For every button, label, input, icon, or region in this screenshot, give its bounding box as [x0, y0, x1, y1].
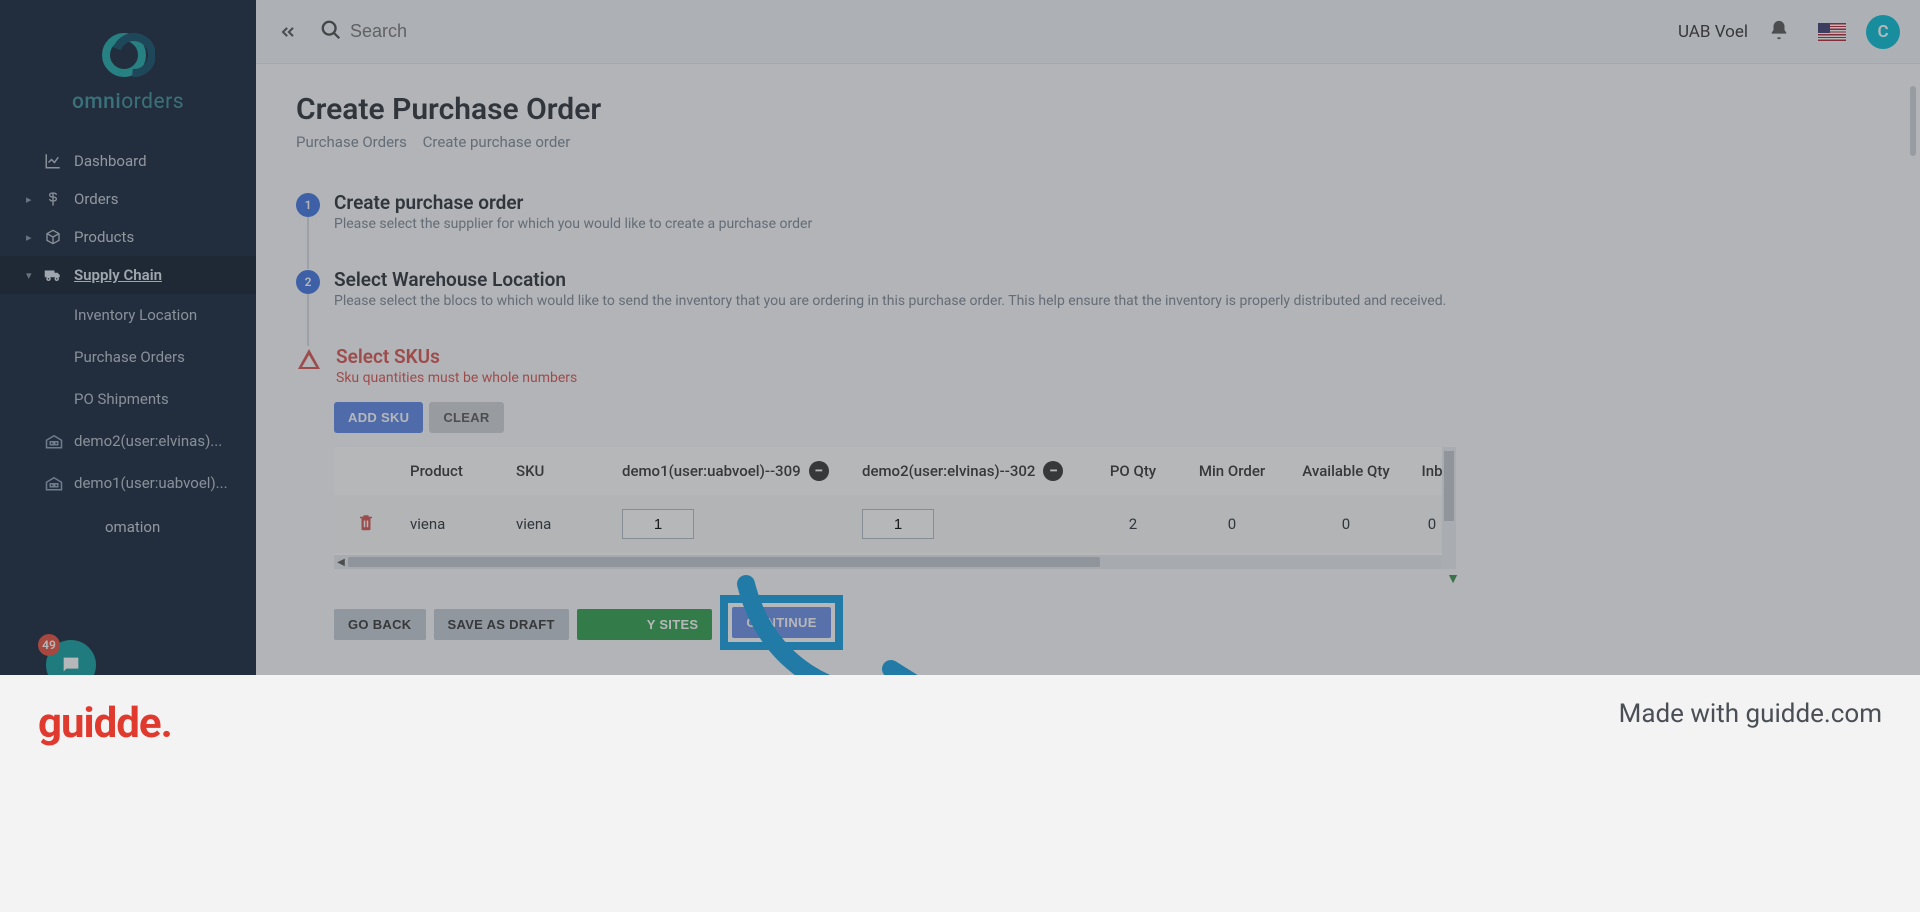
th-product: Product [398, 462, 504, 480]
go-back-button[interactable]: GO BACK [334, 609, 426, 640]
delete-row-button[interactable] [357, 512, 375, 536]
cell-sku: viena [504, 515, 610, 533]
nav-supply-chain[interactable]: Supply Chain [0, 256, 256, 294]
guidde-logo: guidde. [38, 699, 172, 748]
sidebar: omniorders Dashboard Orders Products [0, 0, 256, 675]
brand-name: omniorders [0, 90, 256, 114]
scroll-left-icon[interactable]: ◀ [334, 555, 348, 569]
org-name: UAB Voel [1678, 22, 1748, 42]
nav-orders[interactable]: Orders [0, 180, 256, 218]
nav-supply-chain-label: Supply Chain [74, 266, 162, 284]
nav-dashboard-label: Dashboard [74, 152, 147, 170]
breadcrumb: Purchase Orders Create purchase order [296, 133, 1880, 151]
chat-badge: 49 [38, 634, 60, 656]
nav-products-label: Products [74, 228, 134, 246]
collapse-sidebar-button[interactable] [276, 20, 300, 44]
avatar[interactable]: C [1866, 15, 1900, 49]
step-2: 2 Select Warehouse Location Please selec… [296, 268, 1880, 309]
cube-icon [44, 228, 62, 246]
sku-panel: ADD SKU CLEAR Product SKU demo1(user:uab… [334, 402, 1880, 652]
crumb-parent[interactable]: Purchase Orders [296, 133, 407, 151]
sidebar-nav: Dashboard Orders Products Supply Chain I… [0, 142, 256, 546]
topbar: UAB Voel C [256, 0, 1920, 64]
search-icon [320, 19, 342, 45]
bell-icon [1768, 19, 1790, 41]
delivery-sites-button[interactable]: Y SITES [577, 609, 713, 640]
warehouse-icon [44, 474, 64, 492]
content-scrollbar[interactable] [1910, 86, 1916, 675]
table-row: viena viena 2 0 0 0 [334, 495, 1456, 553]
cell-available: 0 [1284, 515, 1408, 533]
brand-logo: omniorders [0, 0, 256, 132]
add-sku-button[interactable]: ADD SKU [334, 402, 423, 433]
th-avail: Available Qty [1284, 462, 1408, 480]
cell-min-order: 0 [1180, 515, 1284, 533]
step-3-title: Select SKUs [336, 345, 577, 368]
truck-icon [44, 266, 62, 284]
search-input[interactable] [350, 21, 534, 42]
save-draft-button[interactable]: SAVE AS DRAFT [434, 609, 569, 640]
main: UAB Voel C Create Purchase Order Purchas… [256, 0, 1920, 675]
step-2-subtitle: Please select the blocs to which would l… [334, 293, 1446, 309]
nav-po-shipments[interactable]: PO Shipments [0, 378, 256, 420]
cell-product: viena [398, 515, 504, 533]
nav-dashboard[interactable]: Dashboard [0, 142, 256, 180]
step-1: 1 Create purchase order Please select th… [296, 191, 1880, 232]
crumb-current: Create purchase order [423, 133, 571, 151]
th-sku: SKU [504, 462, 610, 480]
page-title: Create Purchase Order [296, 92, 1880, 127]
logo-icon [101, 28, 155, 82]
step-1-number: 1 [296, 193, 320, 217]
notifications-button[interactable] [1768, 19, 1790, 45]
nav-warehouse-demo1[interactable]: demo1(user:uabvoel)... [0, 462, 256, 504]
nav-products[interactable]: Products [0, 218, 256, 256]
continue-highlight: CONTINUE [720, 595, 842, 650]
th-po: PO Qty [1086, 462, 1180, 480]
table-expand-icon[interactable]: ▼ [1446, 570, 1460, 587]
sku-table: Product SKU demo1(user:uabvoel)--309 − d… [334, 447, 1456, 569]
chevrons-left-icon [278, 22, 298, 42]
warehouse-icon [44, 432, 64, 450]
step-2-number: 2 [296, 270, 320, 294]
step-3-subtitle: Sku quantities must be whole numbers [336, 370, 577, 386]
stepper: 1 Create purchase order Please select th… [296, 191, 1880, 675]
continue-button[interactable]: CONTINUE [732, 607, 830, 638]
content: Create Purchase Order Purchase Orders Cr… [256, 64, 1920, 675]
demo2-qty-input[interactable] [862, 509, 934, 539]
step-1-subtitle: Please select the supplier for which you… [334, 216, 812, 232]
nav-purchase-orders[interactable]: Purchase Orders [0, 336, 256, 378]
dollar-icon [44, 190, 62, 208]
th-min: Min Order [1180, 462, 1284, 480]
th-demo2: demo2(user:elvinas)--302 − [850, 461, 1086, 481]
demo1-qty-input[interactable] [622, 509, 694, 539]
table-v-scrollbar[interactable] [1442, 447, 1456, 569]
remove-column-icon[interactable]: − [809, 461, 829, 481]
step-2-title: Select Warehouse Location [334, 268, 1446, 291]
table-header: Product SKU demo1(user:uabvoel)--309 − d… [334, 447, 1456, 495]
warning-icon [296, 347, 322, 375]
cell-po-qty: 2 [1086, 515, 1180, 533]
trash-icon [357, 512, 375, 532]
nav-automation[interactable]: omation [0, 508, 256, 546]
clear-button[interactable]: CLEAR [429, 402, 503, 433]
nav-warehouse-demo2[interactable]: demo2(user:elvinas)... [0, 420, 256, 462]
step-3: Select SKUs Sku quantities must be whole… [296, 345, 1880, 386]
flag-us-icon[interactable] [1818, 23, 1846, 41]
brand-name-right: orders [121, 90, 184, 114]
made-with-guidde: Made with guidde.com [1619, 699, 1882, 729]
brand-name-left: omni [72, 90, 121, 114]
nav-inventory-location[interactable]: Inventory Location [0, 294, 256, 336]
nav-orders-label: Orders [74, 190, 119, 208]
guidde-footer: guidde. Made with guidde.com [0, 675, 1920, 912]
chat-icon [60, 654, 82, 676]
step-1-title: Create purchase order [334, 191, 812, 214]
search-field[interactable] [312, 15, 542, 49]
table-h-scrollbar[interactable]: ◀ ▶ [334, 555, 1456, 569]
remove-column-icon[interactable]: − [1043, 461, 1063, 481]
th-demo1: demo1(user:uabvoel)--309 − [610, 461, 850, 481]
chart-line-icon [44, 152, 62, 170]
